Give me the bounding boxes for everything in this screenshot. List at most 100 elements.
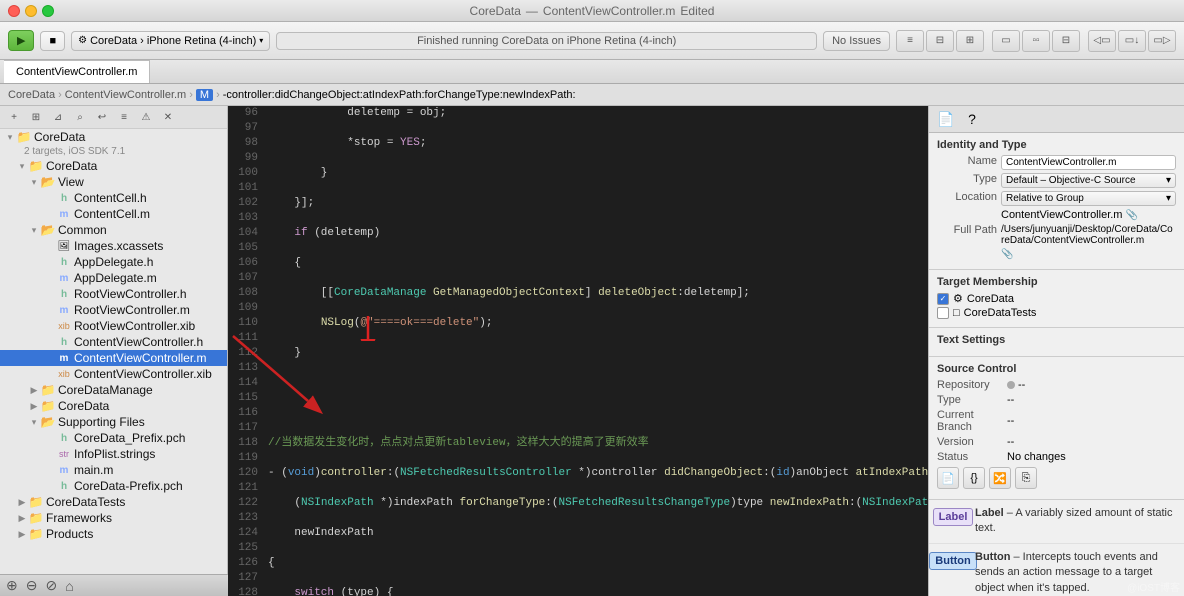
m-file-icon-selected: m — [56, 353, 72, 364]
h-file-icon: h — [56, 193, 72, 204]
sidebar-item-contentvc-xib[interactable]: xib ContentViewController.xib — [0, 366, 227, 382]
status-filter-icon[interactable]: ⊘ — [45, 577, 57, 594]
sidebar-item-rootvc-xib[interactable]: xib RootViewController.xib — [0, 318, 227, 334]
sidebar-item-contentvc-m[interactable]: m ContentViewController.m — [0, 350, 227, 366]
sidebar-item-coredata[interactable]: ▾ 📁 CoreData — [0, 158, 227, 174]
minimize-button[interactable] — [25, 5, 37, 17]
sidebar-item-images[interactable]: 🖼 Images.xcassets — [0, 238, 227, 254]
sidebar-item-coredatamanage[interactable]: ▶ 📁 CoreDataManage — [0, 382, 227, 398]
type-select[interactable]: Default – Objective-C Source ▾ — [1001, 173, 1176, 188]
sidebar-item-supporting[interactable]: ▾ 📂 Supporting Files — [0, 414, 227, 430]
maximize-button[interactable] — [42, 5, 54, 17]
active-tab[interactable]: ContentViewController.m — [4, 60, 150, 83]
repo-status-dot — [1007, 381, 1015, 389]
sc-icon-3[interactable]: 🔀 — [989, 467, 1011, 489]
traffic-lights[interactable] — [8, 5, 54, 17]
hide-debug[interactable]: ▭↓ — [1118, 30, 1146, 52]
version-editor[interactable]: ⊟ — [1052, 30, 1080, 52]
warning-btn[interactable]: ⚠ — [136, 108, 156, 126]
label-obj-icon: Label — [937, 506, 969, 528]
xib-icon-2: xib — [56, 369, 72, 379]
pch-icon: h — [56, 433, 72, 444]
title-sep: — — [526, 4, 538, 18]
location-select[interactable]: Relative to Group ▾ — [1001, 191, 1176, 206]
inspector-toggle[interactable]: ⊞ — [956, 30, 984, 52]
sidebar-item-common[interactable]: ▾ 📂 Common — [0, 222, 227, 238]
sidebar-item-rootvc-h[interactable]: h RootViewController.h — [0, 286, 227, 302]
status-home-icon[interactable]: ⌂ — [65, 578, 73, 594]
navigator-toggle[interactable]: ≡ — [896, 30, 924, 52]
quickhelp-icon[interactable]: ? — [963, 110, 981, 128]
sidebar-item-rootvc-m[interactable]: m RootViewController.m — [0, 302, 227, 318]
error-btn[interactable]: ✕ — [158, 108, 178, 126]
name-input[interactable] — [1001, 155, 1176, 170]
sc-icon-4[interactable]: ⎘ — [1015, 467, 1037, 489]
sidebar-item-contentcell-h[interactable]: h ContentCell.h — [0, 190, 227, 206]
debug-toggle[interactable]: ⊟ — [926, 30, 954, 52]
sidebar-item-contentcell-m[interactable]: m ContentCell.m — [0, 206, 227, 222]
breadcrumb-item-1[interactable]: ContentViewController.m — [65, 89, 186, 101]
chevron-down-icon: ▾ — [259, 36, 263, 45]
breadcrumb-item-0[interactable]: CoreData — [8, 89, 55, 101]
view-controls: ≡ ⊟ ⊞ ▭ ▫▫ ⊟ ◁▭ ▭↓ ▭▷ — [896, 30, 1176, 52]
sidebar-item-products[interactable]: ▶ 📁 Products — [0, 526, 227, 542]
more-btn[interactable]: ≡ — [114, 108, 134, 126]
code-editor[interactable]: 96 97 98 99 100 101 102 103 104 105 106 … — [228, 106, 928, 596]
add-file-btn[interactable]: + — [4, 108, 24, 126]
recent-btn[interactable]: ↩ — [92, 108, 112, 126]
stop-button[interactable]: ■ — [40, 31, 65, 51]
group-icon: 📂 — [40, 175, 56, 189]
current-branch-value: -- — [1007, 409, 1014, 433]
version-row: Version -- — [937, 436, 1176, 448]
sc-icon-1[interactable]: 📄 — [937, 467, 959, 489]
run-button[interactable]: ▶ — [8, 30, 34, 51]
expand-arrow-8: ▶ — [16, 497, 28, 508]
sidebar-item-prefix[interactable]: h CoreData_Prefix.pch — [0, 430, 227, 446]
expand-arrow-4: ▾ — [28, 225, 40, 236]
status-remove-icon[interactable]: ⊖ — [26, 577, 38, 594]
group-icon-2: 📂 — [40, 223, 56, 237]
issues-button[interactable]: No Issues — [823, 31, 890, 51]
sc-icon-2[interactable]: {} — [963, 467, 985, 489]
sidebar-item-prefix2[interactable]: h CoreData-Prefix.pch — [0, 478, 227, 494]
target1-checkbox[interactable]: ✓ — [937, 293, 949, 305]
close-button[interactable] — [8, 5, 20, 17]
hide-inspector[interactable]: ▭▷ — [1148, 30, 1176, 52]
filter-btn[interactable]: ⊿ — [48, 108, 68, 126]
breadcrumb-item-method[interactable]: -controller:didChangeObject:atIndexPath:… — [223, 89, 576, 101]
project-icon: 📁 — [16, 130, 32, 144]
status-add-icon[interactable]: ⊕ — [6, 577, 18, 594]
sidebar-item-frameworks[interactable]: ▶ 📁 Frameworks — [0, 510, 227, 526]
sidebar: + ⊞ ⊿ ⌕ ↩ ≡ ⚠ ✕ ▾ 📁 CoreData 2 targets, … — [0, 106, 228, 596]
standard-editor[interactable]: ▭ — [992, 30, 1020, 52]
expand-arrow-9: ▶ — [16, 513, 28, 524]
sidebar-item-main[interactable]: m main.m — [0, 462, 227, 478]
scheme-selector[interactable]: ⚙ CoreData › iPhone Retina (4-inch) ▾ — [71, 31, 270, 51]
group-icon-3: 📁 — [40, 383, 56, 397]
sidebar-label-infoplist: InfoPlist.strings — [74, 447, 227, 461]
open-path-icon[interactable]: 📎 — [1001, 249, 1013, 260]
hide-navigator[interactable]: ◁▭ — [1088, 30, 1116, 52]
file-icon[interactable]: 📄 — [937, 110, 955, 128]
open-file-icon[interactable]: 📎 — [1125, 210, 1137, 221]
sidebar-item-view[interactable]: ▾ 📂 View — [0, 174, 227, 190]
target2-checkbox[interactable] — [937, 307, 949, 319]
sidebar-item-appdelegate-m[interactable]: m AppDelegate.m — [0, 270, 227, 286]
sort-btn[interactable]: ⊞ — [26, 108, 46, 126]
group-icon-4: 📁 — [40, 399, 56, 413]
sidebar-item-coredata-root[interactable]: ▾ 📁 CoreData — [0, 129, 227, 145]
expand-arrow-5: ▶ — [28, 385, 40, 396]
sidebar-item-appdelegate-h[interactable]: h AppDelegate.h — [0, 254, 227, 270]
sidebar-item-coredata2[interactable]: ▶ 📁 CoreData — [0, 398, 227, 414]
expand-arrow: ▾ — [4, 132, 16, 143]
group-icon-6: 📁 — [28, 495, 44, 509]
breadcrumb-item-m[interactable]: M — [196, 89, 213, 101]
sidebar-item-contentvc-h[interactable]: h ContentViewController.h — [0, 334, 227, 350]
expand-arrow-7: ▾ — [28, 417, 40, 428]
sidebar-label-contentvc-m: ContentViewController.m — [74, 351, 227, 365]
sidebar-item-coredatatests[interactable]: ▶ 📁 CoreDataTests — [0, 494, 227, 510]
assistant-editor[interactable]: ▫▫ — [1022, 30, 1050, 52]
source-control-title: Source Control — [937, 363, 1176, 375]
search-sidebar-btn[interactable]: ⌕ — [70, 108, 90, 126]
sidebar-item-infoplist[interactable]: str InfoPlist.strings — [0, 446, 227, 462]
